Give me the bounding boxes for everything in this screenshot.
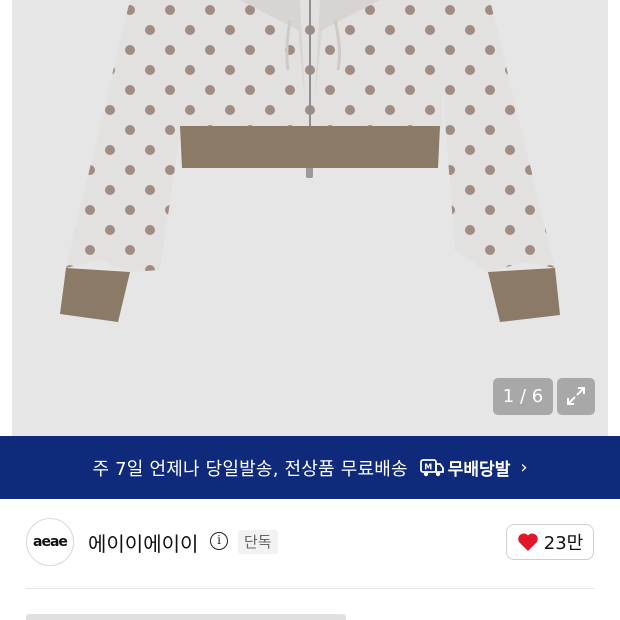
expand-button[interactable] bbox=[557, 378, 595, 415]
banner-text: 주 7일 언제나 당일발송, 전상품 무료배송 bbox=[92, 458, 408, 480]
product-image-gallery[interactable]: 1 / 6 bbox=[0, 0, 620, 436]
badge-label: 무배당발 bbox=[447, 460, 511, 480]
image-counter: 1 / 6 bbox=[493, 378, 553, 415]
divider bbox=[26, 588, 594, 589]
brand-logo[interactable]: aeae bbox=[26, 518, 74, 566]
svg-text:M: M bbox=[424, 462, 432, 471]
exclusive-tag: 단독 bbox=[238, 530, 278, 554]
like-count: 23만 bbox=[543, 533, 584, 554]
brand-row: aeae 에이이에이이 i 단독 23만 bbox=[0, 499, 620, 589]
cut-off-text-line bbox=[26, 606, 586, 620]
brand-name[interactable]: 에이이에이이 bbox=[88, 528, 198, 557]
chevron-right-icon: › bbox=[520, 457, 528, 478]
info-icon[interactable]: i bbox=[210, 532, 228, 550]
product-image bbox=[60, 0, 560, 322]
heart-icon bbox=[518, 533, 538, 551]
delivery-badge: M 무배당발 bbox=[419, 455, 511, 480]
truck-icon: M bbox=[419, 458, 444, 476]
like-button[interactable]: 23만 bbox=[506, 524, 594, 560]
expand-icon bbox=[567, 387, 585, 405]
free-shipping-banner[interactable]: 주 7일 언제나 당일발송, 전상품 무료배송 M 무배당발 › bbox=[0, 436, 620, 499]
